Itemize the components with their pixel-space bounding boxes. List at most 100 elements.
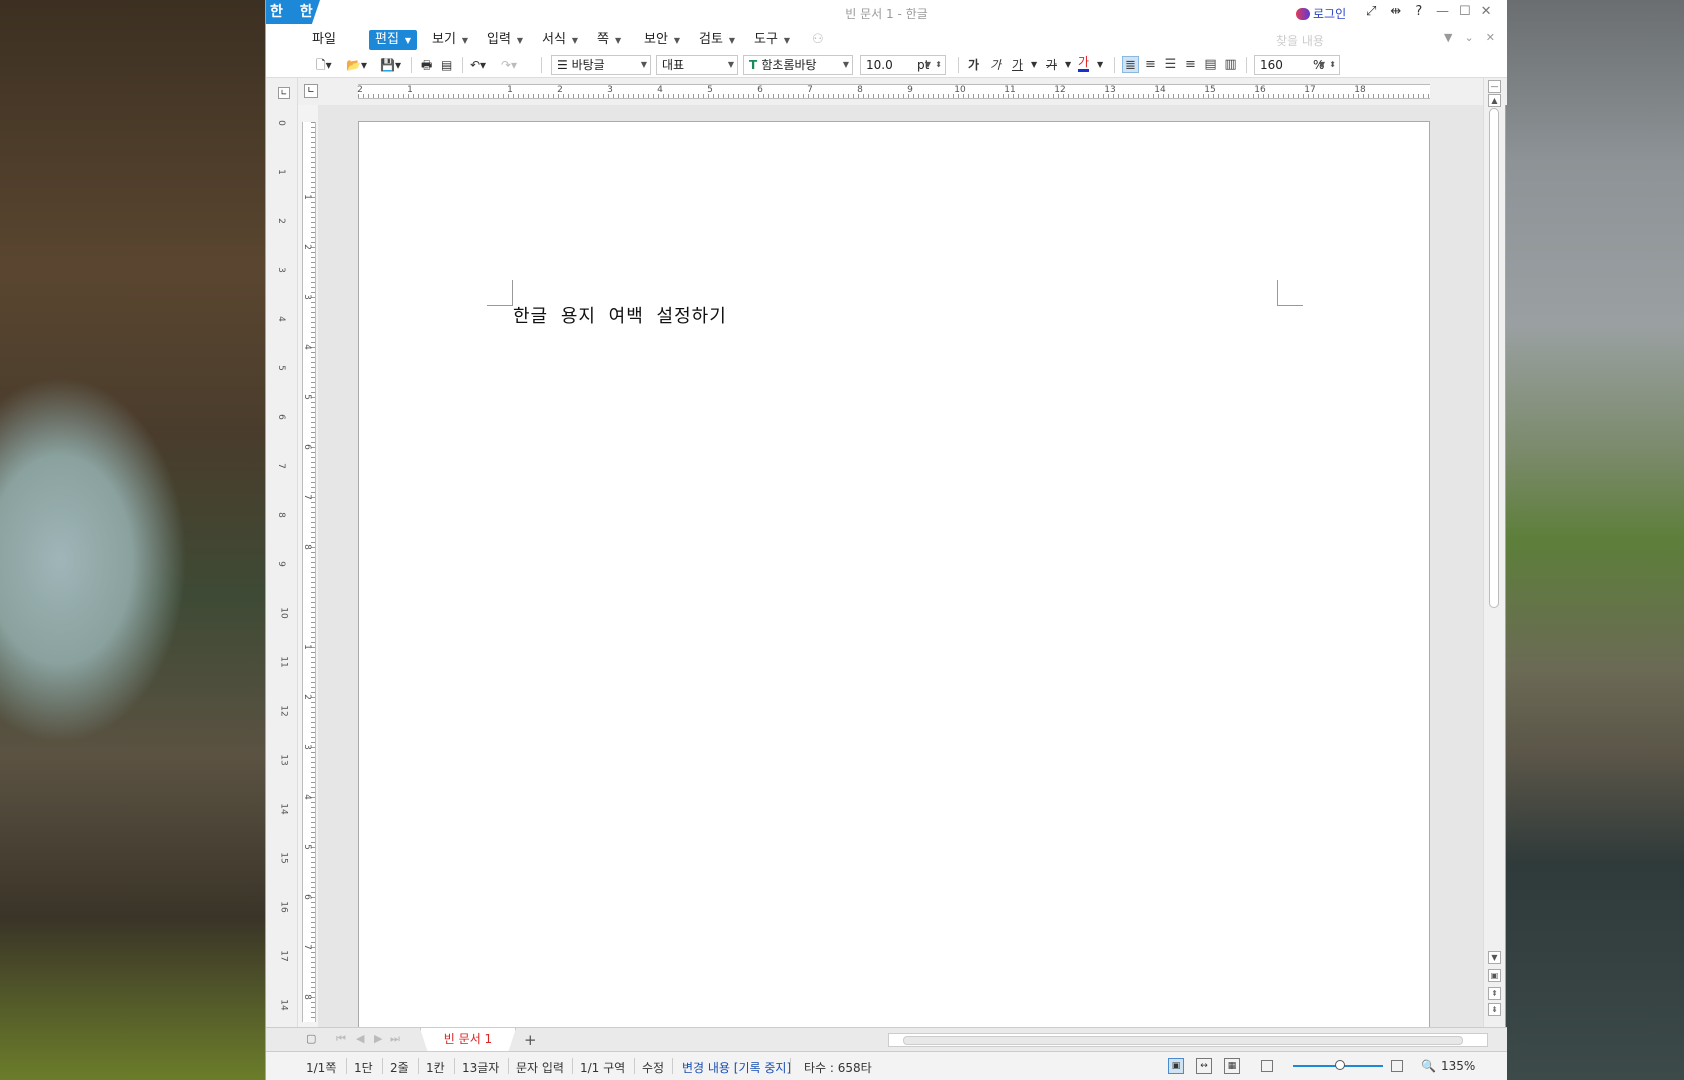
add-tab-button[interactable]: + xyxy=(524,1031,537,1049)
document-canvas[interactable]: 한글 용지 여백 설정하기 xyxy=(318,105,1483,1028)
distribute-align-icon[interactable]: ▤ xyxy=(1202,56,1219,73)
close-icon[interactable]: ✕ xyxy=(1486,31,1495,44)
status-track-changes[interactable]: 변경 내용 [기록 중지] xyxy=(682,1059,791,1076)
italic-button[interactable]: 가 xyxy=(990,56,1001,73)
ruler-number: 4 xyxy=(275,316,286,322)
memo-icon[interactable]: ▢ xyxy=(306,1032,316,1045)
style-select[interactable]: ☰ 바탕글 ▼ xyxy=(551,55,651,75)
scroll-down-icon[interactable]: ▼ xyxy=(1488,951,1501,964)
split-icon[interactable]: ⇹ xyxy=(1390,4,1401,19)
zoom-in-icon[interactable] xyxy=(1391,1060,1403,1072)
status-page[interactable]: 1/1쪽 xyxy=(306,1059,336,1076)
chevron-down-icon[interactable]: ⌄ xyxy=(1464,31,1473,44)
font-size-input[interactable]: 10.0 pt ▼ ⬍ xyxy=(860,55,946,75)
zoom-level[interactable]: 135% xyxy=(1441,1059,1475,1073)
collapse-icon[interactable]: — xyxy=(1488,80,1501,93)
find-input[interactable]: 찾을 내용 xyxy=(1276,32,1436,49)
zoom-slider-handle[interactable] xyxy=(1335,1060,1345,1070)
bold-button[interactable]: 가 xyxy=(968,56,979,73)
ruler-number: 6 xyxy=(275,414,286,420)
chevron-down-icon[interactable]: ▼ xyxy=(1031,56,1037,74)
document-tab[interactable]: 빈 문서 1 xyxy=(420,1028,516,1052)
zoom-magnifier-icon[interactable]: 🔍 xyxy=(1421,1059,1436,1073)
stepper-icon[interactable]: ⬍ xyxy=(1329,56,1336,74)
divide-align-icon[interactable]: ▥ xyxy=(1222,56,1239,73)
menu-file[interactable]: 파일 xyxy=(306,30,342,50)
right-align-icon[interactable]: ≡ xyxy=(1182,56,1199,73)
ruler-number: 1 xyxy=(507,85,513,95)
document-page[interactable]: 한글 용지 여백 설정하기 xyxy=(358,121,1430,1028)
menu-view[interactable]: 보기 ▼ xyxy=(426,30,474,50)
status-input-mode[interactable]: 문자 입력 xyxy=(516,1059,564,1076)
font-type-icon: T xyxy=(749,58,762,72)
next-tab-icon[interactable]: ▶ xyxy=(374,1032,382,1045)
ruler-number: 3 xyxy=(301,744,312,750)
scroll-up-icon[interactable]: ▲ xyxy=(1488,94,1501,107)
fullscreen-icon[interactable]: ⤢ xyxy=(1366,4,1376,19)
font-select[interactable]: T 함초롬바탕 ▼ xyxy=(743,55,853,75)
print-icon[interactable]: 🖶 xyxy=(421,56,432,74)
scroll-thumb[interactable] xyxy=(1489,108,1499,608)
stepper-icon[interactable]: ⬍ xyxy=(935,56,942,74)
menu-edit[interactable]: 편집 ▼ xyxy=(369,30,418,50)
save-icon[interactable]: 💾▾ xyxy=(380,56,401,74)
next-page-icon[interactable]: ⇟ xyxy=(1488,1003,1501,1016)
tab-stop-selector[interactable]: ∟ xyxy=(304,84,318,98)
new-document-icon[interactable]: 🗋▾ xyxy=(316,56,332,74)
vertical-ruler[interactable]: 1 2 3 4 5 6 7 8 1 2 3 4 5 6 7 8 xyxy=(302,122,316,1022)
chevron-down-icon[interactable]: ▼ xyxy=(1097,56,1103,74)
language-select[interactable]: 대표 ▼ xyxy=(656,55,738,75)
center-align-icon[interactable]: ☰ xyxy=(1162,56,1179,73)
left-align-icon[interactable]: ≡ xyxy=(1142,56,1159,73)
font-color-button[interactable]: 가 xyxy=(1078,56,1090,72)
ruler-number: 2 xyxy=(357,85,363,95)
share-icon[interactable]: ⚇ xyxy=(806,30,830,50)
vertical-scrollbar[interactable]: — ▲ ▼ ▣ ⇞ ⇟ xyxy=(1483,78,1505,1028)
horizontal-ruler[interactable]: 2 1 1 2 3 4 5 6 7 8 9 10 11 12 13 14 15 16 17 18 xyxy=(357,84,1430,99)
menu-tools[interactable]: 도구 ▼ xyxy=(748,30,796,50)
prev-tab-icon[interactable]: ◀ xyxy=(356,1032,364,1045)
line-spacing-input[interactable]: 160% ▼ ⬍ xyxy=(1254,55,1340,75)
close-button[interactable]: ✕ xyxy=(1481,4,1492,19)
ruler-number: 7 xyxy=(301,494,312,500)
normal-view-icon[interactable]: ▣ xyxy=(1168,1058,1184,1074)
menu-security[interactable]: 보안 ▼ xyxy=(638,30,686,50)
margin-corner-mark xyxy=(487,280,513,306)
status-edit-mode[interactable]: 수정 xyxy=(642,1059,664,1076)
preview-icon[interactable]: ▤ xyxy=(441,56,452,74)
status-bar: 1/1쪽 1단 2줄 1칸 13글자 문자 입력 1/1 구역 수정 변경 내용… xyxy=(266,1051,1507,1080)
last-tab-icon[interactable]: ⏭ xyxy=(390,1032,400,1046)
menu-bar: 파일 편집 ▼ 보기 ▼ 입력 ▼ 서식 ▼ 쪽 ▼ 보안 ▼ 검토 ▼ 도구 ▼ ⚇ 찾을 내… xyxy=(266,26,1507,52)
underline-button[interactable]: 가 xyxy=(1012,56,1023,73)
prev-page-icon[interactable]: ⇞ xyxy=(1488,987,1501,1000)
menu-review[interactable]: 검토 ▼ xyxy=(693,30,741,50)
login-button[interactable]: 로그인 xyxy=(1296,5,1346,22)
full-page-view-icon[interactable]: ▦ xyxy=(1224,1058,1240,1074)
document-text[interactable]: 한글 용지 여백 설정하기 xyxy=(513,302,727,328)
open-folder-icon[interactable]: 📂▾ xyxy=(346,56,367,74)
scroll-thumb[interactable] xyxy=(903,1036,1463,1045)
menu-format[interactable]: 서식 ▼ xyxy=(536,30,584,50)
ruler-number: 4 xyxy=(657,85,663,95)
minimize-button[interactable]: — xyxy=(1436,4,1449,19)
chevron-down-icon[interactable]: ▼ xyxy=(1065,56,1071,74)
first-tab-icon[interactable]: ⏮ xyxy=(336,1032,346,1046)
web-view-icon[interactable]: ↔ xyxy=(1196,1058,1212,1074)
maximize-button[interactable]: ☐ xyxy=(1459,4,1471,19)
redo-icon[interactable]: ↷▾ xyxy=(501,56,517,74)
chevron-down-icon: ▼ xyxy=(727,60,734,69)
chevron-down-icon: ▼ xyxy=(842,60,849,69)
help-icon[interactable]: ? xyxy=(1415,4,1422,19)
justify-align-icon[interactable]: ≣ xyxy=(1122,56,1139,73)
ruler-number: 5 xyxy=(301,844,312,850)
strikethrough-button[interactable]: 가 xyxy=(1046,56,1057,73)
menu-page[interactable]: 쪽 ▼ xyxy=(591,30,627,50)
ruler-number: 9 xyxy=(907,85,913,95)
horizontal-scrollbar[interactable] xyxy=(888,1033,1488,1047)
undo-icon[interactable]: ↶▾ xyxy=(470,56,486,74)
page-view-icon[interactable]: ▣ xyxy=(1488,969,1501,982)
chevron-down-icon: ▼ xyxy=(516,36,524,45)
zoom-out-icon[interactable] xyxy=(1261,1060,1273,1072)
search-dropdown-icon[interactable]: ▼ xyxy=(1444,31,1452,44)
menu-insert[interactable]: 입력 ▼ xyxy=(481,30,529,50)
